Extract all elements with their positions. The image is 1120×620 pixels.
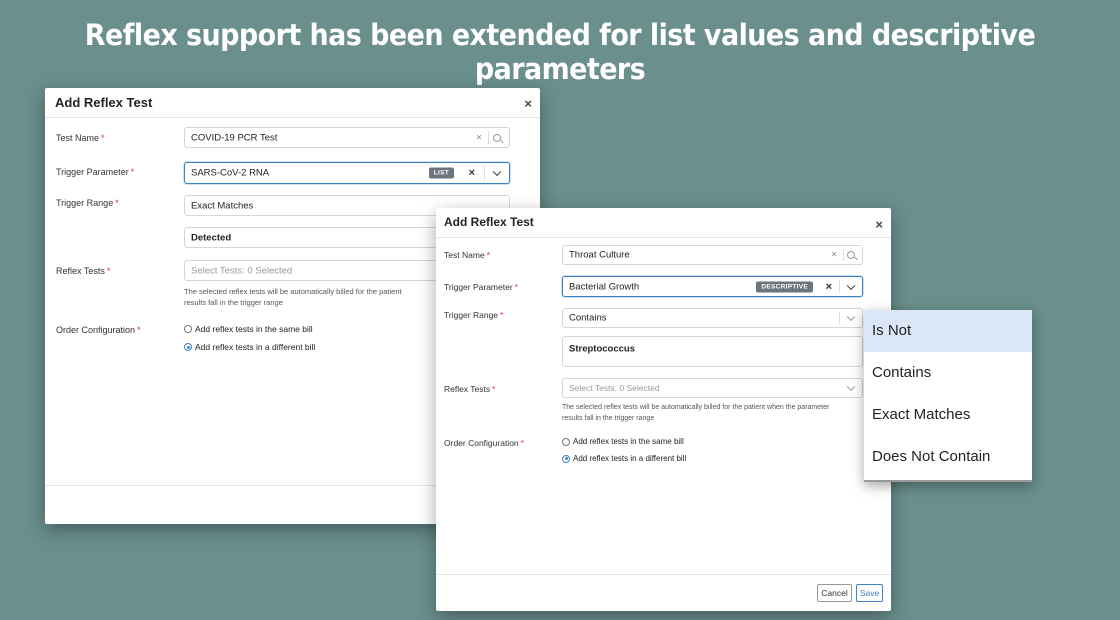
reflex-tests-placeholder: Select Tests: 0 Selected: [191, 265, 293, 276]
test-name-field[interactable]: COVID-19 PCR Test ×: [184, 127, 510, 148]
chevron-down-icon[interactable]: [846, 281, 856, 290]
divider: [839, 312, 840, 324]
clear-icon[interactable]: ×: [831, 250, 837, 261]
clear-icon[interactable]: ×: [469, 167, 475, 179]
menu-item-exact-matches[interactable]: Exact Matches: [864, 394, 1032, 436]
test-name-field[interactable]: Throat Culture ×: [562, 245, 863, 265]
option-same-bill[interactable]: Add reflex tests in the same bill: [184, 324, 313, 334]
order-configuration-label-text: Order Configuration: [444, 438, 519, 448]
radio-same-bill[interactable]: [562, 437, 570, 446]
required-mark: *: [130, 167, 135, 177]
reflex-tests-hint: The selected reflex tests will be automa…: [184, 286, 402, 308]
range-value-textarea[interactable]: Streptococcus: [562, 336, 863, 367]
reflex-tests-label-text: Reflex Tests: [56, 266, 105, 276]
divider: [843, 249, 844, 261]
page-headline: Reflex support has been extended for lis…: [84, 18, 1036, 86]
option-different-bill[interactable]: Add reflex tests in a different bill: [562, 454, 686, 463]
trigger-parameter-label: Trigger Parameter *: [56, 167, 134, 177]
param-type-badge: DESCRIPTIVE: [756, 281, 813, 292]
menu-item-does-not-contain[interactable]: Does Not Contain: [864, 436, 1032, 478]
trigger-range-label: Trigger Range *: [444, 310, 503, 320]
hint-line: results fall in the trigger range: [184, 298, 283, 307]
trigger-parameter-value: SARS-CoV-2 RNA: [191, 167, 270, 179]
menu-item-is-not[interactable]: Is Not: [864, 310, 1032, 352]
modal-header: Add Reflex Test ×: [436, 208, 891, 238]
trigger-range-value: Exact Matches: [191, 200, 254, 211]
chevron-down-icon[interactable]: [846, 312, 856, 322]
trigger-parameter-select[interactable]: Bacterial Growth DESCRIPTIVE ×: [562, 276, 863, 297]
option-different-bill-label: Add reflex tests in a different bill: [573, 454, 687, 463]
test-name-label: Test Name *: [444, 250, 490, 260]
divider: [839, 280, 840, 293]
required-mark: *: [137, 325, 141, 335]
required-mark: *: [106, 266, 111, 276]
option-same-bill-label: Add reflex tests in the same bill: [573, 437, 684, 446]
test-name-value: COVID-19 PCR Test: [191, 132, 278, 143]
reflex-tests-hint: The selected reflex tests will be automa…: [562, 402, 829, 424]
trigger-range-label-text: Trigger Range: [444, 310, 499, 320]
order-configuration-label: Order Configuration *: [444, 438, 524, 448]
save-button[interactable]: Save: [856, 584, 883, 602]
option-same-bill-label: Add reflex tests in the same bill: [195, 324, 313, 334]
reflex-tests-label: Reflex Tests *: [444, 384, 495, 394]
required-mark: *: [101, 133, 105, 143]
trigger-range-dropdown-menu: Is Not Contains Exact Matches Does Not C…: [864, 310, 1032, 482]
reflex-tests-placeholder: Select Tests: 0 Selected: [569, 383, 660, 393]
hint-line: The selected reflex tests will be automa…: [184, 287, 402, 296]
test-name-label: Test Name *: [56, 133, 105, 143]
chevron-down-icon[interactable]: [846, 382, 856, 392]
required-mark: *: [500, 310, 504, 320]
trigger-range-label-text: Trigger Range: [56, 198, 114, 208]
cancel-button[interactable]: Cancel: [817, 584, 852, 602]
close-icon[interactable]: ×: [524, 96, 532, 111]
chevron-down-icon[interactable]: [492, 167, 502, 177]
hint-line: The selected reflex tests will be automa…: [562, 404, 830, 411]
option-same-bill[interactable]: Add reflex tests in the same bill: [562, 437, 684, 446]
order-configuration-label-text: Order Configuration: [56, 325, 136, 335]
divider: [488, 131, 489, 144]
search-icon[interactable]: [493, 133, 501, 142]
trigger-range-label: Trigger Range *: [56, 198, 119, 208]
modal-header: Add Reflex Test ×: [45, 88, 540, 118]
trigger-parameter-select[interactable]: SARS-CoV-2 RNA LIST ×: [184, 162, 510, 184]
range-value-text: Streptococcus: [569, 343, 635, 355]
required-mark: *: [486, 250, 490, 260]
reflex-tests-label: Reflex Tests *: [56, 266, 110, 276]
trigger-parameter-label-text: Trigger Parameter: [56, 167, 129, 177]
clear-icon[interactable]: ×: [476, 132, 482, 143]
menu-item-contains[interactable]: Contains: [864, 352, 1032, 394]
radio-different-bill[interactable]: [184, 343, 192, 351]
required-mark: *: [520, 438, 524, 448]
hint-line: results fall in the trigger range: [562, 415, 655, 422]
option-different-bill-label: Add reflex tests in a different bill: [195, 342, 316, 352]
required-mark: *: [492, 384, 496, 394]
modal-title: Add Reflex Test: [55, 95, 153, 110]
reflex-tests-label-text: Reflex Tests: [444, 384, 491, 394]
order-configuration-label: Order Configuration *: [56, 325, 141, 335]
reflex-tests-select[interactable]: Select Tests: 0 Selected: [562, 378, 863, 398]
required-mark: *: [514, 282, 518, 292]
trigger-range-select[interactable]: Contains: [562, 308, 863, 328]
add-reflex-test-modal-descriptive: Add Reflex Test × Test Name * Throat Cult…: [436, 208, 891, 611]
trigger-parameter-label: Trigger Parameter *: [444, 282, 518, 292]
clear-icon[interactable]: ×: [826, 281, 832, 293]
param-type-badge: LIST: [428, 167, 454, 179]
divider: [484, 166, 485, 180]
test-name-label-text: Test Name: [56, 133, 100, 143]
trigger-parameter-value: Bacterial Growth: [569, 281, 640, 292]
modal-title: Add Reflex Test: [444, 215, 534, 229]
required-mark: *: [115, 198, 119, 208]
radio-different-bill[interactable]: [562, 454, 570, 463]
test-name-value: Throat Culture: [569, 249, 630, 261]
trigger-range-value: Contains: [569, 312, 607, 324]
test-name-label-text: Test Name: [444, 250, 485, 260]
footer-divider: [436, 574, 891, 575]
radio-same-bill[interactable]: [184, 325, 192, 333]
close-icon[interactable]: ×: [875, 217, 883, 232]
option-different-bill[interactable]: Add reflex tests in a different bill: [184, 342, 315, 352]
trigger-parameter-label-text: Trigger Parameter: [444, 282, 513, 292]
range-value-text: Detected: [191, 232, 232, 243]
search-icon[interactable]: [847, 251, 855, 259]
